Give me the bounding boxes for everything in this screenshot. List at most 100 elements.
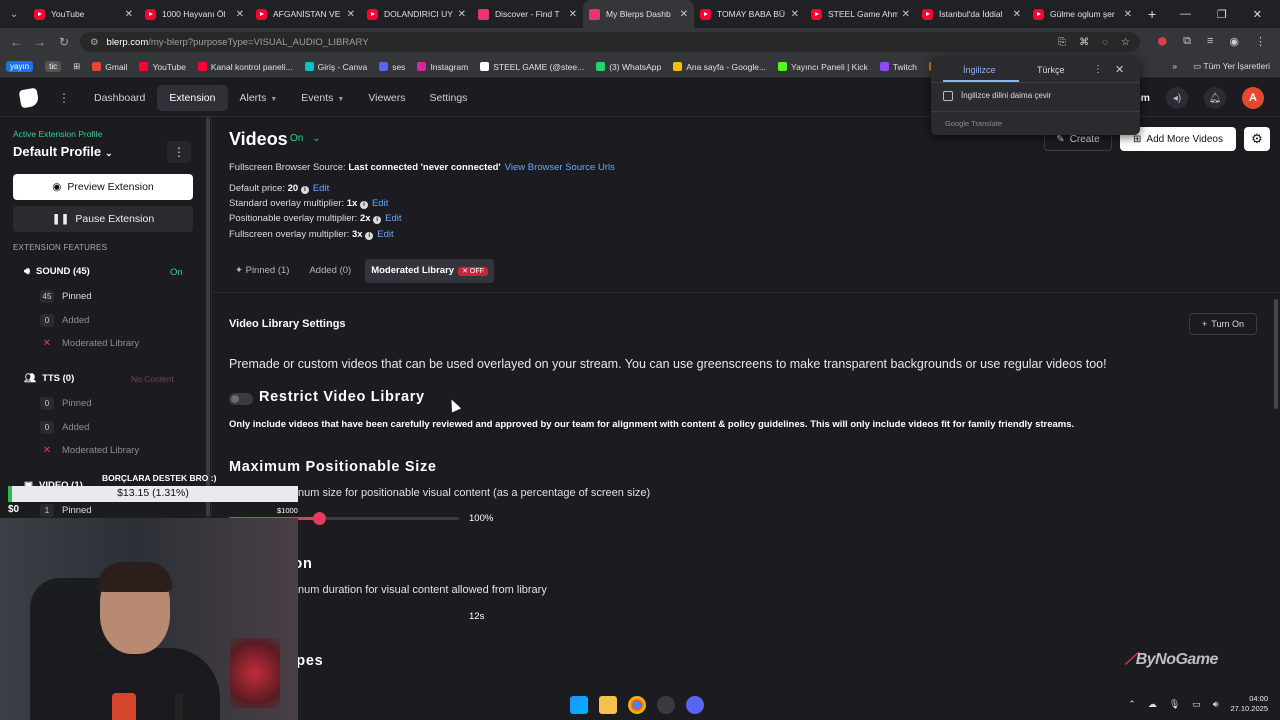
url-input[interactable]: ⚙ blerp.com/my-blerp?purposeType=VISUAL_… (80, 32, 1140, 52)
nav-item-alerts[interactable]: Alerts ▼ (228, 85, 290, 111)
tab-search-icon[interactable]: ⌄ (0, 0, 28, 28)
close-tab-icon[interactable]: ✕ (1013, 9, 1021, 20)
bookmark-item[interactable]: YouTube (139, 62, 186, 72)
windows-start-icon[interactable] (570, 696, 588, 714)
browser-tab[interactable]: YouTube ✕ (28, 0, 139, 28)
chrome-icon[interactable] (628, 696, 646, 714)
back-icon[interactable]: ← (4, 35, 28, 49)
file-explorer-icon[interactable] (599, 696, 617, 714)
bookmark-item[interactable]: Kanal kontrol paneli... (197, 62, 293, 72)
browser-tab[interactable]: DOLANDIRICI UY ✕ (361, 0, 472, 28)
close-tab-icon[interactable]: ✕ (791, 9, 799, 20)
sidebar-item-tts-added[interactable]: 0 Added (40, 421, 89, 434)
adblock-icon[interactable]: ⬢ (1158, 35, 1168, 48)
always-translate-checkbox[interactable] (943, 91, 953, 101)
sidebar-item-sound-added[interactable]: 0 Added (40, 314, 89, 327)
obs-icon[interactable] (657, 696, 675, 714)
nav-item-extension[interactable]: Extension (157, 84, 228, 111)
nav-item-dashboard[interactable]: Dashboard (82, 85, 157, 111)
close-tab-icon[interactable]: ✕ (458, 9, 466, 20)
media-icon[interactable]: ≡ (1207, 35, 1213, 48)
close-tab-icon[interactable]: ✕ (569, 9, 577, 20)
restrict-toggle[interactable] (229, 393, 253, 405)
sidebar-item-tts[interactable]: 👥︎ TTS (0) (24, 373, 74, 384)
info-icon[interactable]: i (300, 186, 309, 194)
main-scrollbar[interactable] (1274, 299, 1278, 409)
info-icon[interactable]: i (365, 232, 374, 240)
tab-added[interactable]: Added (0) (303, 259, 357, 283)
settings-gear-button[interactable]: ⚙ (1244, 127, 1270, 151)
bookmark-item[interactable]: (3) WhatsApp (596, 62, 661, 72)
standard-edit-link[interactable]: Edit (372, 198, 388, 209)
chevron-up-icon[interactable]: ⌃ (1128, 699, 1136, 710)
more-bookmarks-icon[interactable]: » (1172, 61, 1177, 72)
fullscreen-edit-link[interactable]: Edit (377, 229, 393, 240)
nav-item-viewers[interactable]: Viewers (356, 85, 417, 111)
mic-icon[interactable]: 🎙︎ (1169, 699, 1180, 710)
browser-tab[interactable]: TOMAY BABA BÜ ✕ (694, 0, 805, 28)
profile-menu-button[interactable]: ⋮ (167, 141, 191, 163)
info-icon[interactable]: i (373, 216, 382, 224)
menu-icon[interactable]: ⋮ (1255, 35, 1266, 48)
sidebar-item-sound-pinned[interactable]: 45 Pinned (40, 290, 92, 303)
bookmark-badge-yayin[interactable]: yayın (6, 61, 34, 72)
bookmark-item[interactable]: STEEL GAME (@stee... (480, 62, 584, 72)
browser-tab[interactable]: 1000 Hayvanı Öl ✕ (139, 0, 250, 28)
translate-menu-icon[interactable]: ⋮ (1093, 64, 1103, 75)
browser-tab[interactable]: Gülme oglum şer ✕ (1027, 0, 1138, 28)
bookmark-item[interactable]: Instagram (417, 62, 468, 72)
bookmark-item[interactable]: Twitch (879, 62, 917, 72)
bookmark-star-icon[interactable]: ☆ (1121, 37, 1130, 48)
positionable-edit-link[interactable]: Edit (385, 213, 401, 224)
site-info-icon[interactable]: ⚙ (90, 37, 99, 48)
new-tab-button[interactable]: + (1148, 6, 1156, 22)
bookmark-item[interactable]: Ana sayfa - Google... (673, 62, 766, 72)
close-tab-icon[interactable]: ✕ (902, 9, 910, 20)
info-icon[interactable]: i (359, 201, 368, 209)
close-tab-icon[interactable]: ✕ (236, 9, 244, 20)
sidebar-item-tts-moderated[interactable]: ✕ Moderated Library (40, 445, 139, 456)
bookmark-item[interactable]: ses (379, 62, 405, 72)
maximize-icon[interactable]: ❐ (1217, 8, 1227, 21)
close-tab-icon[interactable]: ✕ (347, 9, 355, 20)
app-menu-icon[interactable]: ⋮ (58, 91, 70, 105)
browser-tab[interactable]: STEEL Game Ahm ✕ (805, 0, 916, 28)
minimize-icon[interactable]: — (1180, 8, 1191, 20)
hide-icon[interactable]: ◌ (1102, 37, 1108, 48)
translate-icon[interactable]: ⌘ (1079, 37, 1089, 48)
sidebar-item-sound-moderated[interactable]: ✕ Moderated Library (40, 338, 139, 349)
cloud-icon[interactable]: ☁ (1148, 699, 1157, 710)
all-bookmarks-link[interactable]: ▭ Tüm Yer İşaretleri (1193, 61, 1270, 72)
apps-grid-icon[interactable]: ⊞ (73, 61, 80, 72)
preview-extension-button[interactable]: ◉ Preview Extension (13, 174, 193, 200)
pause-extension-button[interactable]: ❚❚ Pause Extension (13, 206, 193, 232)
discord-icon[interactable] (686, 696, 704, 714)
tab-pinned[interactable]: ✦ Pinned (1) (229, 259, 295, 283)
browser-tab[interactable]: AFGANİSTAN VE ✕ (250, 0, 361, 28)
sound-icon[interactable]: ◂) (1166, 87, 1188, 109)
close-window-icon[interactable]: ✕ (1253, 8, 1262, 21)
browser-tab[interactable]: İstanbul'da İddial ✕ (916, 0, 1027, 28)
bookmark-item[interactable]: Yayıncı Paneli | Kick (778, 62, 868, 72)
sidebar-scrollbar[interactable] (206, 117, 210, 517)
sidebar-item-sound[interactable]: 🔊︎ SOUND (45) (24, 266, 90, 277)
translate-tab-target[interactable]: Türkçe (1037, 65, 1065, 75)
profile-icon[interactable]: ◉ (1229, 35, 1239, 48)
bookmark-item[interactable]: Gmail (92, 62, 127, 72)
status-dropdown[interactable]: On ⌄ (290, 133, 321, 144)
close-tab-icon[interactable]: ✕ (1124, 9, 1132, 20)
nav-item-events[interactable]: Events ▼ (289, 85, 356, 111)
reload-icon[interactable]: ↻ (52, 35, 76, 49)
browser-tab[interactable]: My Blerps Dashb ✕ (583, 0, 694, 28)
bookmark-badge-tic[interactable]: tic (45, 61, 62, 72)
install-icon[interactable]: ⎘ (1058, 37, 1066, 48)
clock[interactable]: 04:00 27.10.2025 (1230, 694, 1268, 714)
avatar[interactable]: A (1242, 87, 1264, 109)
extensions-icon[interactable]: ⧉ (1183, 35, 1191, 48)
blerp-logo-icon[interactable] (18, 87, 40, 108)
max-size-slider-thumb[interactable] (313, 512, 326, 525)
bell-icon[interactable]: 🔔︎ (1204, 87, 1226, 109)
sidebar-item-tts-pinned[interactable]: 0 Pinned (40, 397, 92, 410)
close-tab-icon[interactable]: ✕ (680, 9, 688, 20)
forward-icon[interactable]: → (28, 35, 52, 49)
